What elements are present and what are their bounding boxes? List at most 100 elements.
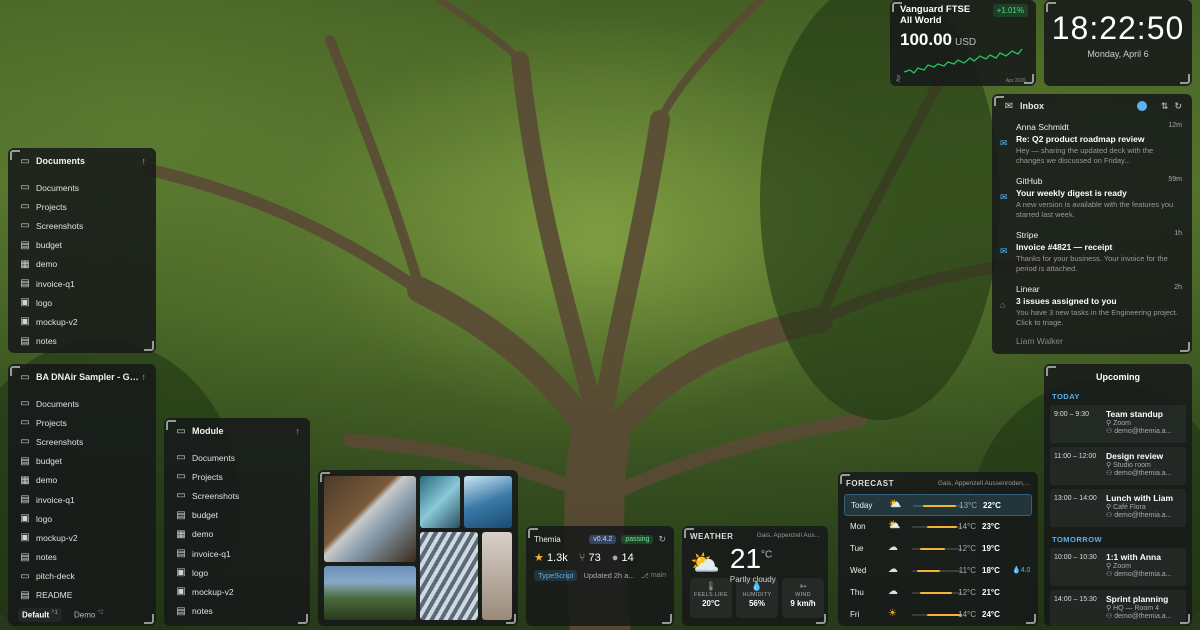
next-message-from[interactable]: Liam Walker <box>992 334 1192 348</box>
forecast-day: Mon <box>850 522 866 531</box>
sampler-panel-title: BA DNAir Sampler - Ge... <box>36 372 142 382</box>
gallery-photo-glass[interactable] <box>420 476 460 528</box>
file-item[interactable]: ▤ README <box>18 586 146 605</box>
file-item[interactable]: ▭ Documents <box>174 448 300 467</box>
file-item[interactable]: ▤ notes <box>174 602 300 621</box>
calendar-event[interactable]: 9:00 – 9:30 Team standup ⚲ Zoom ⚇ demo@them… <box>1050 405 1186 443</box>
gallery-photo-valley[interactable] <box>324 566 416 620</box>
event-attendee: ⚇ demo@themia.a... <box>1106 512 1172 519</box>
file-item[interactable]: ▣ mockup-v2 <box>18 528 146 547</box>
module-panel: ▭ Module ↑ ▭ Documents ▭ Projects ▭ Screensho… <box>164 418 310 626</box>
clock-time: 18:22:50 <box>1051 10 1185 46</box>
forecast-day: Wed <box>850 566 867 575</box>
event-location: ⚲ Café Flora <box>1106 504 1146 511</box>
forecast-day: Fri <box>850 610 860 619</box>
up-arrow-icon[interactable]: ↑ <box>142 372 147 382</box>
build-status-badge: passing <box>621 535 654 544</box>
file-item[interactable]: ▭ Screenshots <box>174 486 300 505</box>
low-temp: 14°C <box>958 610 976 619</box>
forecast-row: Fri ☀ 14°C 24°C <box>844 604 1032 626</box>
file-item-label: invoice-q1 <box>36 278 75 289</box>
tomorrow-label: TOMORROW <box>1052 535 1103 544</box>
version-badge: v0.4.2 <box>589 535 617 544</box>
workspace-tab[interactable]: Demo ^2 <box>70 608 108 622</box>
folder-icon: ▭ <box>20 417 30 429</box>
file-item[interactable]: ▭ Documents <box>18 178 146 197</box>
file-item[interactable]: ▣ logo <box>174 563 300 582</box>
cloud-icon: ☁ <box>888 542 898 553</box>
inbox-header: ✉ Inbox ⇅ ↻ <box>992 94 1192 118</box>
repo-widget: Themia v0.4.2 passing ↻ ★ 1.3k ⑂ 73 ● 14… <box>526 526 674 626</box>
wind-icon: ➳ <box>799 581 807 591</box>
refresh-icon[interactable]: ↻ <box>658 534 666 545</box>
file-item[interactable]: ▭ Screenshots <box>18 432 146 451</box>
event-attendee: ⚇ demo@themia.a... <box>1106 571 1172 578</box>
stars-stat: ★ 1.3k <box>534 552 568 564</box>
up-arrow-icon[interactable]: ↑ <box>142 156 147 166</box>
inbox-message[interactable]: ✉ Anna Schmidt 12m Re: Q2 product roadmap r… <box>992 118 1192 172</box>
file-item[interactable]: ▤ budget <box>174 506 300 525</box>
up-arrow-icon[interactable]: ↑ <box>296 426 301 436</box>
inbox-message[interactable]: ✉ GitHub 59m Your weekly digest is ready A n… <box>992 172 1192 226</box>
file-item[interactable]: ▣ logo <box>18 293 146 312</box>
file-item[interactable]: ▤ budget <box>18 452 146 471</box>
module-panel-header: ▭ Module ↑ <box>164 418 310 444</box>
event-body: Design review ⚲ Studio room ⚇ demo@themia.… <box>1106 451 1182 481</box>
sort-icon[interactable]: ⇅ <box>1161 101 1169 112</box>
file-item[interactable]: ▦ demo <box>18 255 146 274</box>
video-icon: ▦ <box>176 528 186 540</box>
repo-stats: ★ 1.3k ⑂ 73 ● 14 <box>534 551 666 564</box>
message-preview: A new version is available with the feat… <box>1016 200 1174 219</box>
low-temp: 12°C <box>958 588 976 597</box>
inbox-message[interactable]: ✉ Stripe 1h Invoice #4821 — receipt Thanks f… <box>992 226 1192 280</box>
file-item[interactable]: ▭ Projects <box>18 413 146 432</box>
file-item[interactable]: ▭ Projects <box>174 467 300 486</box>
file-item[interactable]: ▣ mockup-v2 <box>174 582 300 601</box>
file-item[interactable]: ▦ demo <box>18 471 146 490</box>
message-subject: Re: Q2 product roadmap review <box>1016 134 1145 144</box>
unread-mail-icon: ✉ <box>1000 138 1008 148</box>
file-item[interactable]: ▦ demo <box>174 525 300 544</box>
file-item[interactable]: ▭ Screenshots <box>18 216 146 235</box>
file-item[interactable]: ▤ notes <box>18 548 146 567</box>
photo-gallery <box>318 470 518 626</box>
low-temp: 12°C <box>958 544 976 553</box>
event-time: 11:00 – 12:00 <box>1054 453 1097 460</box>
gallery-photo-tower[interactable] <box>482 532 512 620</box>
workspace-tab[interactable]: Default ^1 <box>18 608 62 622</box>
feels-like-box: 🌡 FEELS LIKE 20°C <box>690 578 732 618</box>
calendar-event[interactable]: 14:00 – 15:30 Sprint planning ⚲ HQ — Room … <box>1050 590 1186 626</box>
weather-label: WEATHER <box>690 532 734 541</box>
event-attendee: ⚇ demo@themia.a... <box>1106 428 1172 435</box>
inbox-message[interactable]: ⌂ Linear 2h 3 issues assigned to you You hav… <box>992 280 1192 334</box>
calendar-event[interactable]: 11:00 – 12:00 Design review ⚲ Studio room ⚇… <box>1050 447 1186 485</box>
account-avatar[interactable] <box>1136 101 1147 111</box>
file-item[interactable]: ▤ notes <box>18 332 146 351</box>
file-item[interactable]: ▤ invoice-q1 <box>174 544 300 563</box>
gallery-photo-laptop[interactable] <box>324 476 416 562</box>
file-item[interactable]: ▤ invoice-q1 <box>18 490 146 509</box>
file-icon: ▤ <box>176 548 186 560</box>
file-item[interactable]: ▤ budget <box>18 236 146 255</box>
event-time: 13:00 – 14:00 <box>1054 495 1097 502</box>
calendar-event[interactable]: 10:00 – 10:30 1:1 with Anna ⚲ Zoom ⚇ demo@t… <box>1050 548 1186 586</box>
message-subject: Your weekly digest is ready <box>1016 188 1127 198</box>
file-item-label: Documents <box>36 182 79 193</box>
event-location: ⚲ Zoom <box>1106 563 1131 570</box>
file-item[interactable]: ▭ Projects <box>18 197 146 216</box>
file-item[interactable]: ▣ logo <box>18 509 146 528</box>
file-item[interactable]: ▤ invoice-q1 <box>18 274 146 293</box>
gallery-photo-building[interactable] <box>420 532 478 620</box>
file-item-label: Screenshots <box>36 220 84 231</box>
gallery-photo-wave[interactable] <box>464 476 512 528</box>
temperature-range-fill <box>927 526 957 528</box>
refresh-icon[interactable]: ↻ <box>1174 101 1182 112</box>
calendar-event[interactable]: 13:00 – 14:00 Lunch with Liam ⚲ Café Flora… <box>1050 489 1186 527</box>
module-file-list: ▭ Documents ▭ Projects ▭ Screenshots ▤ budget ▦ d… <box>164 444 310 625</box>
file-item[interactable]: ▣ mockup-v2 <box>18 312 146 331</box>
repo-name[interactable]: Themia <box>534 535 561 544</box>
mail-icon: ✉ <box>1004 100 1014 112</box>
file-icon: ▤ <box>20 335 30 347</box>
file-item[interactable]: ▭ Documents <box>18 394 146 413</box>
file-item[interactable]: ▭ pitch-deck <box>18 567 146 586</box>
